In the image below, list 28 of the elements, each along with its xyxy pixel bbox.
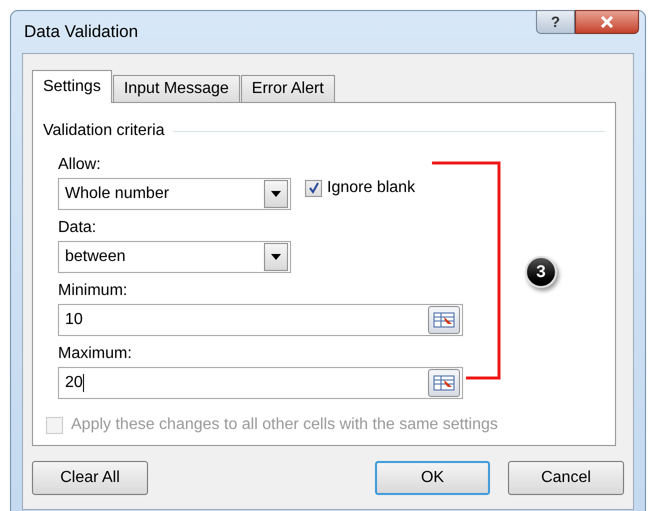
dialog-button[interactable]: Clear All	[32, 461, 148, 495]
tab[interactable]: Input Message	[112, 75, 240, 102]
field-label: Maximum:	[58, 344, 133, 364]
dialog-button[interactable]: Cancel	[508, 461, 624, 495]
field-label: Allow:	[58, 155, 102, 175]
tab[interactable]: Error Alert	[240, 75, 335, 102]
window-title: Data Validation	[23, 21, 138, 44]
dropdown-value: between	[64, 247, 126, 267]
input-value: 20	[64, 372, 85, 394]
input-field[interactable]: 20	[58, 367, 463, 399]
checkbox-label: Apply these changes to all other cells with the same settings	[71, 415, 498, 435]
range-select-icon[interactable]	[428, 369, 460, 397]
dialog-button[interactable]: OK	[375, 461, 490, 495]
checkbox-label: Ignore blank	[327, 178, 416, 198]
input-field[interactable]: 10	[58, 304, 463, 336]
help-button[interactable]: ?	[536, 10, 575, 34]
dropdown-value: Whole number	[64, 184, 170, 204]
section-title: Validation criteria	[43, 121, 165, 141]
tab[interactable]: Settings	[32, 70, 112, 103]
checkbox[interactable]	[305, 180, 322, 196]
field-label: Data:	[58, 218, 98, 238]
field-label: Minimum:	[58, 281, 128, 301]
dropdown[interactable]: Whole number	[58, 178, 291, 210]
input-value: 10	[64, 310, 84, 330]
dropdown[interactable]: between	[58, 241, 291, 273]
close-icon	[600, 16, 614, 28]
close-button[interactable]	[575, 10, 639, 34]
range-select-icon[interactable]	[428, 306, 460, 334]
